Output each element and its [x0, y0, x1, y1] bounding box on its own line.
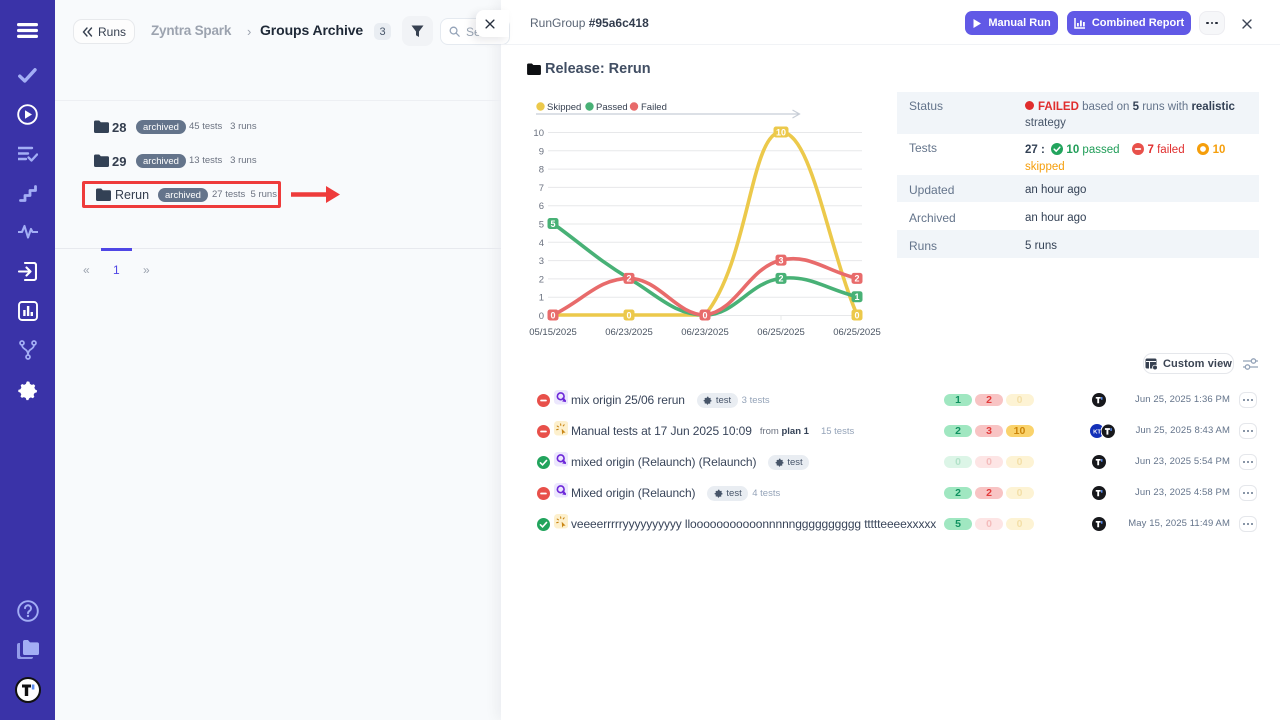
svg-text:2: 2: [626, 274, 631, 284]
svg-text:Skipped: Skipped: [547, 102, 581, 113]
svg-text:6: 6: [539, 201, 544, 212]
svg-text:06/23/2025: 06/23/2025: [605, 327, 653, 338]
svg-text:2: 2: [854, 274, 859, 284]
svg-text:1: 1: [539, 293, 544, 304]
svg-text:1: 1: [854, 292, 859, 302]
svg-text:3: 3: [778, 255, 783, 265]
svg-text:2: 2: [778, 274, 783, 284]
svg-text:3: 3: [539, 256, 544, 267]
svg-text:5: 5: [539, 220, 544, 231]
svg-text:06/25/2025: 06/25/2025: [757, 327, 805, 338]
svg-text:10: 10: [776, 127, 786, 137]
svg-text:05/15/2025: 05/15/2025: [529, 327, 577, 338]
svg-text:Failed: Failed: [641, 102, 667, 113]
svg-text:7: 7: [539, 183, 544, 194]
svg-text:0: 0: [702, 310, 707, 320]
svg-text:9: 9: [539, 146, 544, 157]
svg-text:0: 0: [626, 310, 631, 320]
svg-text:5: 5: [550, 219, 555, 229]
svg-text:06/23/2025: 06/23/2025: [681, 327, 729, 338]
svg-text:10: 10: [533, 128, 544, 139]
svg-text:8: 8: [539, 165, 544, 176]
svg-text:Passed: Passed: [596, 102, 628, 113]
svg-text:0: 0: [550, 310, 555, 320]
svg-text:06/25/2025: 06/25/2025: [833, 327, 881, 338]
svg-text:4: 4: [539, 238, 544, 249]
svg-text:2: 2: [539, 274, 544, 285]
svg-text:0: 0: [539, 311, 544, 322]
svg-text:0: 0: [854, 310, 859, 320]
